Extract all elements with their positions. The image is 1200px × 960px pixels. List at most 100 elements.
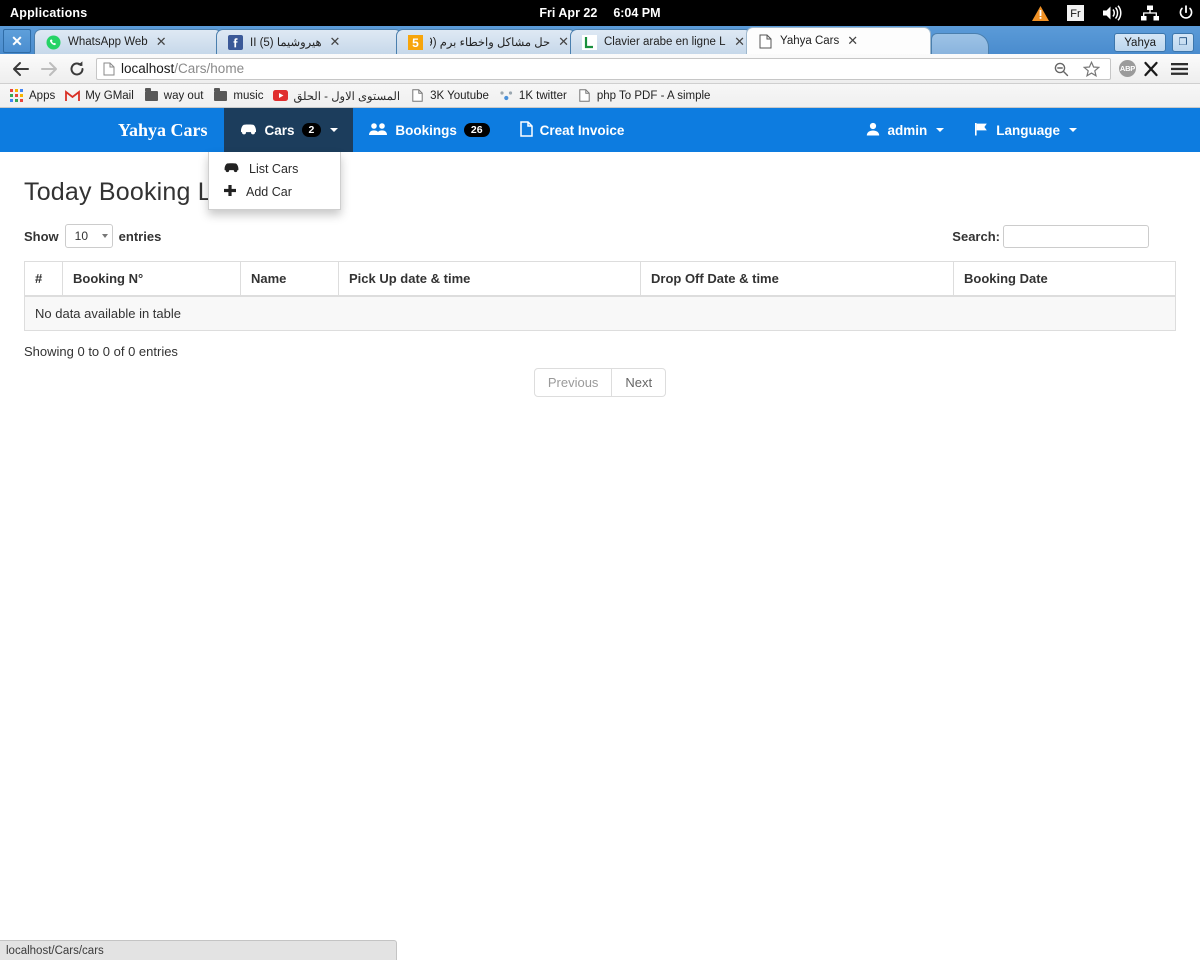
entries-label: entries xyxy=(119,229,162,244)
svg-text:5: 5 xyxy=(412,36,419,50)
entries-length-control: Show 10 entries xyxy=(24,224,161,248)
browser-window: ✕ WhatsApp Web ✕ هيروشيما II (5) ✕ 5 حل … xyxy=(0,26,1200,960)
url-host: localhost xyxy=(121,61,174,76)
lexilogos-icon xyxy=(581,34,597,50)
tab-title: WhatsApp Web xyxy=(68,36,148,48)
adblock-icon[interactable]: ABP xyxy=(1119,60,1136,77)
new-tab-button[interactable] xyxy=(931,33,989,54)
folder-icon xyxy=(144,91,159,101)
column-header-index[interactable]: # xyxy=(25,262,63,297)
chevron-down-icon xyxy=(936,128,944,132)
window-restore-button[interactable]: ❐ xyxy=(1172,33,1194,52)
volume-icon[interactable] xyxy=(1102,5,1122,21)
os-clock[interactable]: Fri Apr 226:04 PM xyxy=(0,6,1200,20)
tab-close-icon[interactable]: ✕ xyxy=(558,34,569,50)
bookmark-way-out[interactable]: way out xyxy=(142,90,212,102)
chevron-down-icon xyxy=(102,234,108,238)
page-title: Today Booking List xyxy=(24,178,1176,207)
bookings-table: # Booking N° Name Pick Up date & time Dr… xyxy=(24,261,1176,331)
table-header-row: # Booking N° Name Pick Up date & time Dr… xyxy=(25,262,1176,297)
web-page: Yahya Cars Cars 2 Bookings 26 xyxy=(0,108,1200,960)
bookings-count-badge: 26 xyxy=(464,123,490,138)
dropdown-item-list-cars[interactable]: List Cars xyxy=(209,157,340,180)
nav-item-language[interactable]: Language xyxy=(959,108,1092,152)
power-icon[interactable] xyxy=(1178,5,1194,21)
bookmark-label: My GMail xyxy=(85,90,134,102)
column-header-dropoff[interactable]: Drop Off Date & time xyxy=(641,262,954,297)
youtube-icon xyxy=(273,90,288,101)
chevron-down-icon xyxy=(330,128,338,132)
os-top-panel: Applications Fri Apr 226:04 PM Fr xyxy=(0,0,1200,26)
network-icon[interactable] xyxy=(1140,5,1160,21)
x-icon[interactable] xyxy=(1138,56,1164,82)
bookmark-3k-youtube[interactable]: 3K Youtube xyxy=(408,89,497,102)
forward-icon[interactable] xyxy=(36,56,62,82)
menu-icon[interactable] xyxy=(1166,56,1192,82)
page-icon xyxy=(410,89,425,102)
back-icon[interactable] xyxy=(8,56,34,82)
folder-icon xyxy=(213,91,228,101)
window-controls: Yahya ❐ xyxy=(1114,33,1200,54)
car-icon xyxy=(223,161,240,176)
keyboard-layout-indicator[interactable]: Fr xyxy=(1067,5,1084,21)
tab-title: Clavier arabe en ligne LEXI xyxy=(604,36,726,48)
browser-profile-button[interactable]: Yahya xyxy=(1114,33,1166,52)
bookmark-label: php To PDF - A simple xyxy=(597,90,711,102)
whatsapp-icon xyxy=(45,34,61,50)
empty-message: No data available in table xyxy=(25,296,1176,331)
nav-label: admin xyxy=(887,123,927,138)
brand-logo[interactable]: Yahya Cars xyxy=(0,108,224,152)
nav-item-creat-invoice[interactable]: Creat Invoice xyxy=(505,108,640,152)
gmail-icon xyxy=(65,90,80,102)
bookmark-1k-twitter[interactable]: 1K twitter xyxy=(497,90,575,102)
bookmarks-bar: Apps My GMail way out music المستوى الاو… xyxy=(0,84,1200,108)
address-bar-tools xyxy=(1048,56,1104,82)
browser-tab[interactable]: WhatsApp Web ✕ xyxy=(34,29,222,54)
url-path: /Cars/home xyxy=(174,61,244,76)
datatable-controls: Show 10 entries Search: xyxy=(24,221,1176,251)
clock-date: Fri Apr 22 xyxy=(539,6,597,20)
column-header-pickup[interactable]: Pick Up date & time xyxy=(339,262,641,297)
search-input[interactable] xyxy=(1003,225,1149,248)
zoom-out-icon[interactable] xyxy=(1048,56,1074,82)
bookmark-star-icon[interactable] xyxy=(1078,56,1104,82)
bookmark-apps[interactable]: Apps xyxy=(7,89,63,102)
reload-icon[interactable] xyxy=(64,56,90,82)
page-icon xyxy=(103,62,115,76)
chevron-down-icon xyxy=(1069,128,1077,132)
column-header-booking-no[interactable]: Booking N° xyxy=(63,262,241,297)
column-header-name[interactable]: Name xyxy=(241,262,339,297)
bookmark-php-to-pdf[interactable]: php To PDF - A simple xyxy=(575,89,719,102)
svg-text:Fr: Fr xyxy=(1070,8,1081,20)
dropdown-item-add-car[interactable]: Add Car xyxy=(209,180,340,204)
browser-tab[interactable]: 5 حل مشاكل واخطاء برم (9) ✕ xyxy=(396,29,576,54)
bookmark-my-gmail[interactable]: My GMail xyxy=(63,90,142,102)
previous-page-button[interactable]: Previous xyxy=(534,368,613,397)
car-icon xyxy=(239,122,258,138)
warning-icon[interactable] xyxy=(1032,6,1049,21)
user-icon xyxy=(866,122,880,139)
bookmark-youtube-arabic[interactable]: المستوى الاول - الحلق xyxy=(271,89,408,103)
tab-close-icon[interactable]: ✕ xyxy=(847,33,858,49)
browser-tab[interactable]: هيروشيما II (5) ✕ xyxy=(216,29,402,54)
cars-dropdown-menu: List Cars Add Car xyxy=(208,152,341,210)
bookmark-music[interactable]: music xyxy=(211,90,271,102)
nav-item-admin[interactable]: admin xyxy=(851,108,959,152)
search-filter: Search: xyxy=(952,225,1149,248)
next-page-button[interactable]: Next xyxy=(612,368,666,397)
window-close-button[interactable]: ✕ xyxy=(3,29,31,53)
browser-tab-active[interactable]: Yahya Cars ✕ xyxy=(746,27,931,54)
apps-grid-icon xyxy=(9,89,24,102)
browser-tab[interactable]: Clavier arabe en ligne LEXI ✕ xyxy=(570,29,752,54)
column-header-booking-date[interactable]: Booking Date xyxy=(954,262,1176,297)
page-length-select[interactable]: 10 xyxy=(65,224,113,248)
tab-close-icon[interactable]: ✕ xyxy=(156,34,167,50)
nav-label: Cars xyxy=(265,123,295,138)
nav-label: Language xyxy=(996,123,1060,138)
nav-item-bookings[interactable]: Bookings 26 xyxy=(353,108,504,152)
tab-close-icon[interactable]: ✕ xyxy=(734,34,745,50)
tab-close-icon[interactable]: ✕ xyxy=(330,34,341,50)
nav-item-cars[interactable]: Cars 2 xyxy=(224,108,354,152)
address-bar[interactable]: localhost/Cars/home xyxy=(96,58,1111,80)
table-pagination: Previous Next xyxy=(24,368,1176,397)
